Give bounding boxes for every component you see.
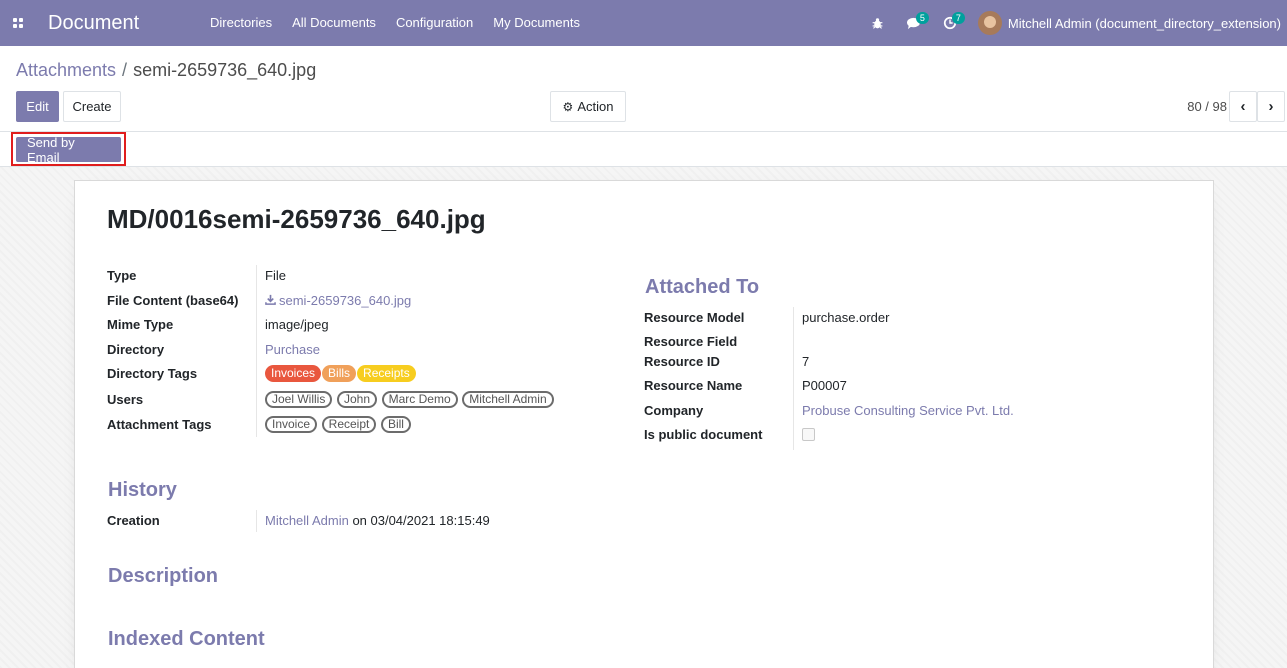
indexed-content-heading: Indexed Content — [108, 628, 265, 650]
apps-menu-icon[interactable] — [0, 0, 34, 46]
chevron-right-icon: › — [1268, 98, 1274, 115]
resource-field-label: Resource Field — [644, 334, 738, 349]
left-group-divider — [256, 265, 257, 437]
public-document-checkbox[interactable] — [802, 428, 815, 441]
tag-receipts: Receipts — [357, 365, 416, 382]
user-menu[interactable]: Mitchell Admin (document_directory_exten… — [977, 11, 1287, 35]
action-button[interactable]: ⚙ Action — [550, 91, 626, 122]
attachment-tag-bill: Bill — [380, 416, 411, 433]
avatar — [977, 11, 1002, 35]
resource-name-value: P00007 — [802, 378, 847, 393]
right-group-divider — [793, 307, 794, 450]
control-panel: Attachments / semi-2659736_640.jpg Edit Cr… — [0, 46, 1287, 132]
create-button[interactable]: Create — [63, 91, 121, 122]
statusbar: Send by Email — [0, 132, 1287, 167]
resource-id-label: Resource ID — [644, 354, 720, 369]
form-sheet — [74, 180, 1214, 668]
systray: 5 7 Mitchell Admin (document_directory_e… — [860, 0, 1287, 46]
pager-next-button[interactable]: › — [1257, 91, 1285, 122]
menu-configuration[interactable]: Configuration — [386, 0, 483, 46]
directory-tags-label: Directory Tags — [107, 366, 198, 381]
tag-invoices: Invoices — [265, 365, 322, 382]
user-tag-joel-willis: Joel Willis — [265, 391, 333, 408]
app-brand[interactable]: Document — [48, 12, 196, 35]
users-label: Users — [107, 392, 144, 407]
download-icon — [265, 293, 276, 308]
attachment-tags: Invoice Receipt Bill — [265, 416, 412, 433]
type-label: Type — [107, 268, 137, 283]
resource-model-label: Resource Model — [644, 310, 745, 325]
attachment-tag-receipt: Receipt — [321, 416, 377, 433]
history-heading: History — [108, 479, 177, 501]
history-divider — [256, 510, 257, 532]
menu-my-documents[interactable]: My Documents — [483, 0, 590, 46]
creation-user-link[interactable]: Mitchell Admin — [265, 513, 349, 528]
activities-badge: 7 — [951, 12, 965, 24]
company-label: Company — [644, 403, 704, 418]
messages-icon[interactable]: 5 — [896, 0, 932, 46]
user-name: Mitchell Admin (document_directory_exten… — [1007, 15, 1281, 31]
user-tag-john: John — [336, 391, 377, 408]
creation-date: on 03/04/2021 18:15:49 — [352, 513, 490, 528]
breadcrumb-current: semi-2659736_640.jpg — [133, 60, 317, 80]
directory-tags: Invoices Bills Receipts — [265, 365, 417, 382]
type-value: File — [265, 268, 286, 283]
mime-type-value: image/jpeg — [265, 317, 329, 332]
file-download-link[interactable]: semi-2659736_640.jpg — [265, 293, 411, 308]
user-tag-mitchell-admin: Mitchell Admin — [462, 391, 554, 408]
creation-value: Mitchell Admin on 03/04/2021 18:15:49 — [265, 513, 490, 528]
pager-previous-button[interactable]: ‹ — [1229, 91, 1257, 122]
attachment-tag-invoice: Invoice — [265, 416, 318, 433]
menu-directories[interactable]: Directories — [200, 0, 282, 46]
company-link[interactable]: Probuse Consulting Service Pvt. Ltd. — [802, 403, 1014, 418]
resource-id-value: 7 — [802, 354, 810, 369]
user-tag-marc-demo: Marc Demo — [381, 391, 458, 408]
chevron-left-icon: ‹ — [1240, 98, 1246, 115]
attached-to-heading: Attached To — [645, 276, 760, 298]
directory-link[interactable]: Purchase — [265, 342, 320, 357]
tag-bills: Bills — [322, 365, 357, 382]
resource-model-value: purchase.order — [802, 310, 890, 325]
send-by-email-button[interactable]: Send by Email — [16, 135, 121, 165]
action-label: Action — [577, 99, 614, 114]
activities-clock-icon[interactable]: 7 — [932, 0, 968, 46]
main-menu: Directories All Documents Configuration … — [200, 0, 590, 46]
description-heading: Description — [108, 565, 219, 587]
public-document-label: Is public document — [644, 427, 763, 442]
debug-bug-icon[interactable] — [860, 0, 896, 46]
mime-type-label: Mime Type — [107, 317, 174, 332]
breadcrumb-separator: / — [122, 60, 128, 80]
menu-all-documents[interactable]: All Documents — [282, 0, 386, 46]
top-navbar: Document Directories All Documents Confi… — [0, 0, 1287, 46]
breadcrumb: Attachments / semi-2659736_640.jpg — [16, 60, 316, 81]
pager-buttons: ‹ › — [1229, 91, 1285, 122]
messages-badge: 5 — [915, 12, 929, 24]
file-name: semi-2659736_640.jpg — [279, 293, 412, 308]
creation-label: Creation — [107, 513, 160, 528]
record-title: MD/0016semi-2659736_640.jpg — [107, 204, 486, 234]
directory-label: Directory — [107, 342, 165, 357]
pager-value[interactable]: 80 / 98 — [1187, 99, 1227, 114]
attachment-tags-label: Attachment Tags — [107, 417, 212, 432]
edit-button[interactable]: Edit — [16, 91, 59, 122]
users-tags: Joel Willis John Marc Demo Mitchell Admi… — [265, 391, 555, 408]
resource-name-label: Resource Name — [644, 378, 743, 393]
gear-icon: ⚙ — [562, 99, 574, 114]
file-content-label: File Content (base64) — [107, 293, 239, 308]
breadcrumb-attachments[interactable]: Attachments — [16, 60, 116, 80]
